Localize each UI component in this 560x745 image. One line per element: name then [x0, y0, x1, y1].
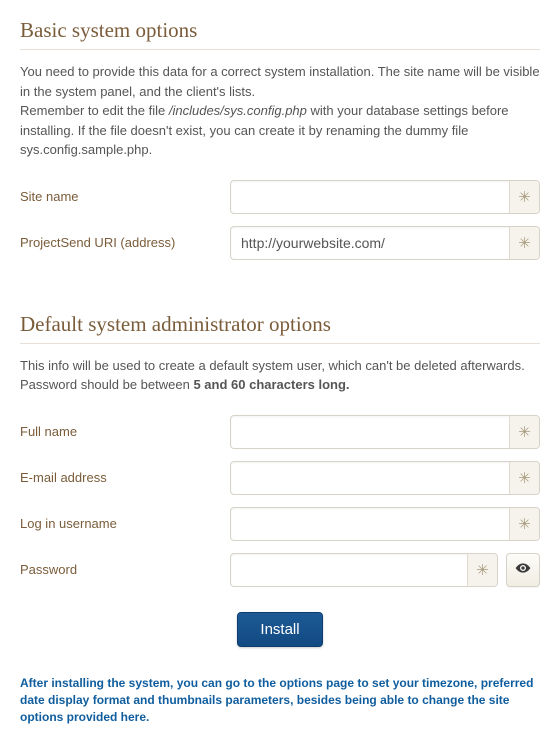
section-heading-basic: Basic system options — [20, 18, 540, 43]
password-input[interactable] — [230, 553, 498, 587]
footer-note: After installing the system, you can go … — [20, 675, 540, 727]
password-label: Password — [20, 562, 230, 577]
username-label: Log in username — [20, 516, 230, 531]
uri-label: ProjectSend URI (address) — [20, 235, 230, 250]
username-input[interactable] — [230, 507, 540, 541]
sitename-input[interactable] — [230, 180, 540, 214]
divider — [20, 49, 540, 50]
config-file-path: /includes/sys.config.php — [169, 103, 307, 118]
section1-description: You need to provide this data for a corr… — [20, 62, 540, 160]
desc-text: You need to provide this data for a corr… — [20, 64, 540, 99]
eye-icon — [515, 560, 531, 579]
divider — [20, 343, 540, 344]
toggle-password-visibility-button[interactable] — [506, 553, 540, 587]
section2-description: This info will be used to create a defau… — [20, 356, 540, 395]
email-label: E-mail address — [20, 470, 230, 485]
sitename-label: Site name — [20, 189, 230, 204]
email-input[interactable] — [230, 461, 540, 495]
desc-text: Remember to edit the file — [20, 103, 169, 118]
uri-input[interactable] — [230, 226, 540, 260]
password-constraint: 5 and 60 characters long. — [193, 377, 349, 392]
fullname-input[interactable] — [230, 415, 540, 449]
fullname-label: Full name — [20, 424, 230, 439]
install-button[interactable]: Install — [237, 612, 322, 647]
section-heading-admin: Default system administrator options — [20, 312, 540, 337]
